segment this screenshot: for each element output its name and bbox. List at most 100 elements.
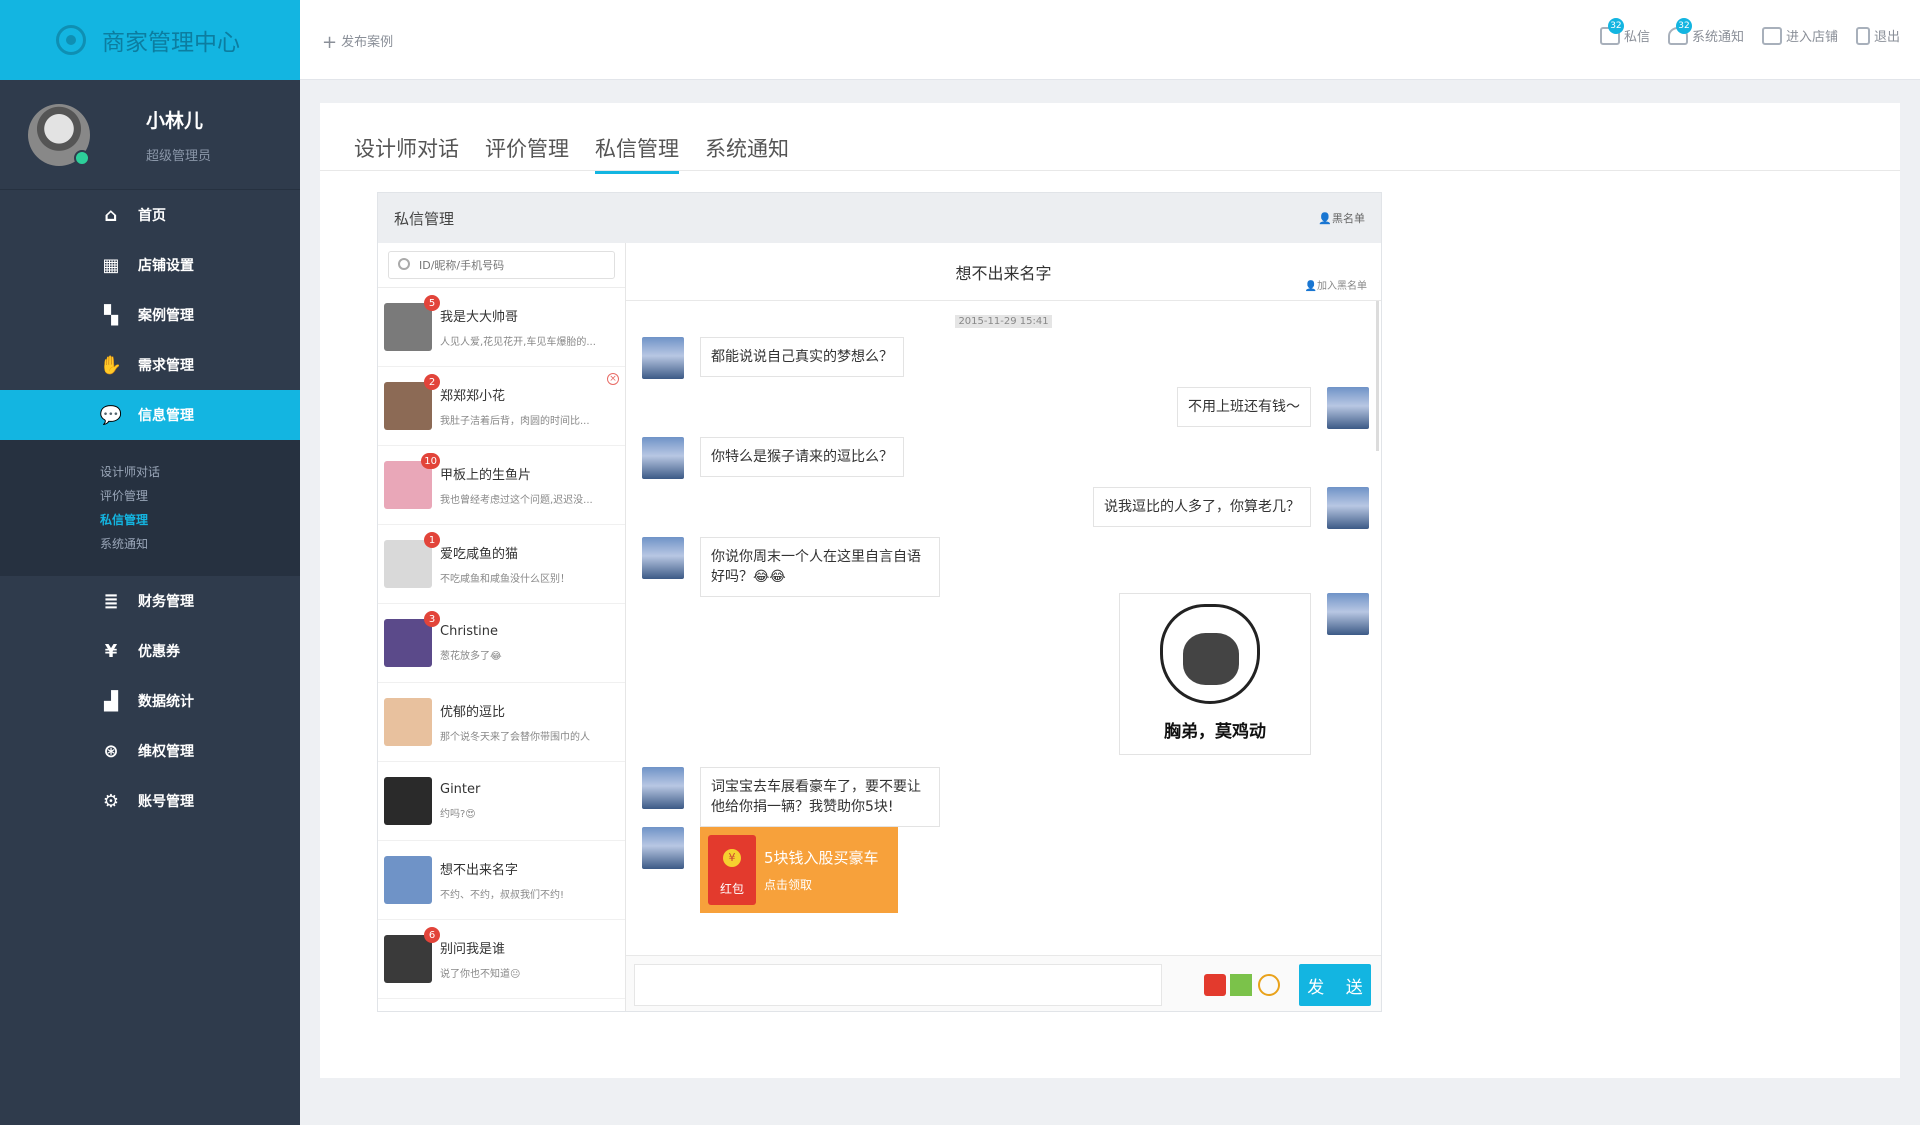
image-icon[interactable]	[1230, 974, 1252, 996]
close-icon[interactable]: ×	[607, 373, 619, 385]
red-packet-card[interactable]: 红包 5块钱入股买豪车 点击领取	[700, 827, 898, 913]
unread-badge: 2	[424, 374, 440, 390]
contact-last-message: 不约、不约，叔叔我们不约!	[440, 890, 565, 901]
avatar: 2	[384, 374, 440, 430]
enter-shop-link[interactable]: 进入店铺	[1761, 26, 1838, 45]
nav-label: 数据统计	[138, 694, 194, 710]
system-notice-link[interactable]: 32 系统通知	[1667, 18, 1744, 45]
tab-designer-chat[interactable]: 设计师对话	[354, 133, 459, 174]
search-wrap	[378, 243, 625, 288]
tab-reviews[interactable]: 评价管理	[485, 133, 569, 174]
subnav-item-notices[interactable]: 系统通知	[100, 532, 300, 556]
contact-item[interactable]: 2 郑郑郑小花 我肚子洁着后背，肉圆的时间比... ×	[378, 367, 625, 446]
tab-divider	[320, 170, 1900, 171]
unread-badge: 1	[424, 532, 440, 548]
meme-face-icon	[1160, 604, 1260, 704]
notice-count-badge: 32	[1675, 18, 1692, 34]
contact-rows: 5 我是大大帅哥 人见人爱,花见花开,车见车爆胎的... 2 郑郑郑小花 我肚子洁着后背，…	[378, 288, 625, 999]
private-msg-link[interactable]: 32 私信	[1599, 18, 1650, 45]
message: 胸弟，莫鸡动	[1103, 593, 1369, 755]
subnav-item-private-msg[interactable]: 私信管理	[100, 508, 300, 532]
profile-role: 超级管理员	[146, 148, 212, 164]
nav-item-demands[interactable]: ✋ 需求管理	[0, 340, 300, 390]
nav-item-finance[interactable]: ≣ 财务管理	[0, 576, 300, 626]
brand-bar: 商家管理中心	[0, 0, 300, 80]
avatar: 10	[384, 453, 440, 509]
content-panel: 设计师对话 评价管理 私信管理 系统通知 私信管理 👤黑名单 5我是大大帅哥人见…	[320, 103, 1900, 1078]
contact-item[interactable]: 想不出来名字 不约、不约，叔叔我们不约!	[378, 841, 625, 920]
message-bubble: 你特么是猴子请来的逗比么？	[700, 437, 904, 477]
logout-link[interactable]: 退出	[1855, 26, 1900, 45]
avatar[interactable]	[28, 103, 90, 166]
nav-item-rights[interactable]: ⊛ 维权管理	[0, 726, 300, 776]
yuan-icon: ⊛	[103, 740, 119, 762]
contact-item[interactable]: 优郁的逗比 那个说冬天来了会替你带围巾的人	[378, 683, 625, 762]
avatar[interactable]	[642, 337, 684, 379]
contact-item[interactable]: 10 甲板上的生鱼片 我也曾经考虑过这个问题,迟迟没...	[378, 446, 625, 525]
subnav-item-designer[interactable]: 设计师对话	[100, 460, 300, 484]
contact-item[interactable]: 1 爱吃咸鱼的猫 不吃咸鱼和咸鱼没什么区别！	[378, 525, 625, 604]
plus-icon: +	[322, 32, 338, 53]
avatar	[384, 856, 432, 904]
red-packet-title: 5块钱入股买豪车	[764, 849, 879, 867]
nav-label: 首页	[138, 208, 166, 224]
avatar[interactable]	[642, 767, 684, 809]
message: 不用上班还有钱～	[1161, 387, 1369, 429]
nav-item-cases[interactable]: ▚ 案例管理	[0, 290, 300, 340]
emoji-icon[interactable]	[1258, 974, 1280, 996]
message-bubble: 说我逗比的人多了，你算老几？	[1093, 487, 1311, 527]
message-bubble: 不用上班还有钱～	[1177, 387, 1311, 427]
contact-item[interactable]: 6 别问我是谁 说了你也不知道😐	[378, 920, 625, 999]
subnav: 设计师对话 评价管理 私信管理 系统通知	[0, 440, 300, 576]
red-packet-icon[interactable]	[1204, 974, 1226, 996]
message-list[interactable]: 2015-11-29 15:41 都能说说自己真实的梦想么？ 不用上班还有钱～ …	[626, 301, 1381, 955]
contact-last-message: 说了你也不知道😐	[440, 969, 521, 980]
red-packet-label: 红包	[719, 882, 744, 896]
contact-item[interactable]: 3 Christine 葱花放多了😂	[378, 604, 625, 683]
nav-label: 信息管理	[138, 408, 194, 424]
send-button[interactable]: 发 送	[1299, 964, 1371, 1006]
nav-item-coupons[interactable]: ¥ 优惠券	[0, 626, 300, 676]
subnav-item-reviews[interactable]: 评价管理	[100, 484, 300, 508]
contact-last-message: 我也曾经考虑过这个问题,迟迟没...	[440, 495, 593, 506]
tab-system-notice[interactable]: 系统通知	[705, 133, 789, 174]
avatar[interactable]	[1327, 593, 1369, 635]
avatar[interactable]	[642, 437, 684, 479]
nav-item-account[interactable]: ⚙ 账号管理	[0, 776, 300, 826]
tab-private-msg[interactable]: 私信管理	[595, 133, 679, 174]
nav-label: 维权管理	[138, 744, 194, 760]
nav-item-messages[interactable]: 💬 信息管理	[0, 390, 300, 440]
user-icon: 👤	[1304, 281, 1317, 292]
add-blacklist-link[interactable]: 👤加入黑名单	[1305, 277, 1367, 292]
nav-item-shop[interactable]: ▦ 店铺设置	[0, 240, 300, 290]
top-links: 32 私信 32 系统通知 进入店铺 退出	[1599, 18, 1900, 45]
unread-badge: 5	[424, 295, 440, 311]
nav-item-stats[interactable]: ▟ 数据统计	[0, 676, 300, 726]
link-label: 进入店铺	[1785, 30, 1838, 45]
publish-case-button[interactable]: + 发布案例	[322, 30, 393, 53]
nav-item-home[interactable]: ⌂ 首页	[0, 190, 300, 240]
contact-item[interactable]: 5 我是大大帅哥 人见人爱,花见花开,车见车爆胎的...	[378, 288, 625, 367]
avatar[interactable]	[1327, 487, 1369, 529]
message-bubble: 你说你周末一个人在这里自言自语好吗？😂😂	[700, 537, 940, 597]
chat-header: 私信管理 👤黑名单	[378, 193, 1381, 243]
message: 词宝宝去车展看豪车了，要不要让他给你捐一辆？我赞助你5块!	[642, 767, 956, 827]
composer: 发 送	[626, 955, 1381, 1011]
shop-icon	[1761, 26, 1782, 45]
profile-name: 小林儿	[146, 109, 204, 132]
conversation: 想不出来名字 👤加入黑名单 2015-11-29 15:41 都能说说自己真实的…	[626, 243, 1381, 1011]
avatar[interactable]	[642, 537, 684, 579]
contact-name: 爱吃咸鱼的猫	[440, 547, 519, 562]
unread-badge: 3	[424, 611, 440, 627]
avatar[interactable]	[642, 827, 684, 869]
sidebar: 商家管理中心 小林儿 超级管理员 ⌂ 首页 ▦ 店铺设置 ▚ 案例管理 ✋ 需求管理 💬…	[0, 0, 300, 1125]
contact-item[interactable]: Ginter 约吗?😍	[378, 762, 625, 841]
blacklist-link[interactable]: 👤黑名单	[1318, 210, 1365, 226]
message-input[interactable]	[634, 964, 1162, 1006]
nav-label: 店铺设置	[138, 258, 194, 274]
search-input[interactable]	[388, 251, 615, 279]
timestamp-text: 2015-11-29 15:41	[955, 315, 1052, 328]
avatar[interactable]	[1327, 387, 1369, 429]
contact-last-message: 葱花放多了😂	[440, 651, 502, 662]
avatar	[384, 777, 432, 825]
